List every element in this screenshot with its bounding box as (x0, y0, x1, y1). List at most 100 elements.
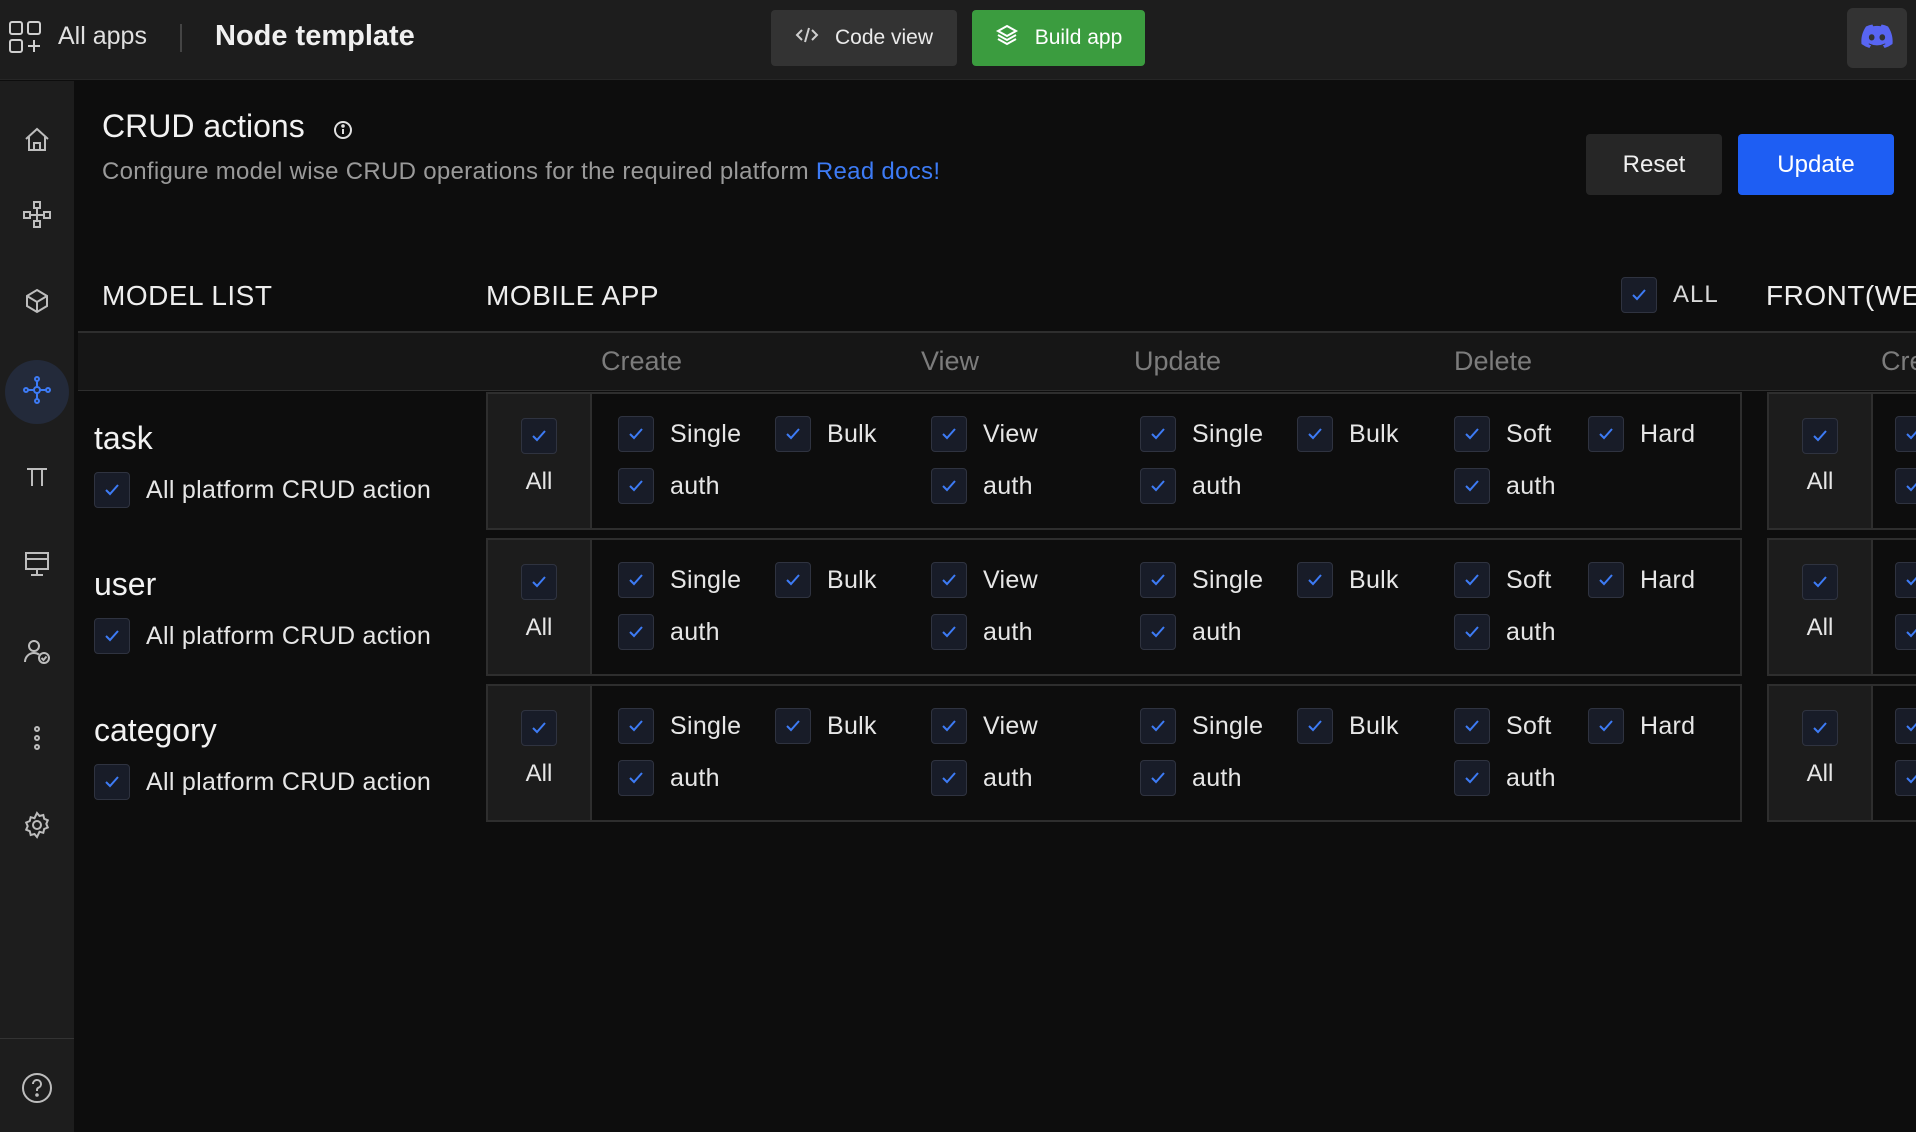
discord-button[interactable] (1847, 8, 1907, 68)
delete-soft-option[interactable]: Soft (1454, 416, 1552, 452)
web-create-single-checkbox[interactable] (1895, 708, 1916, 744)
all-platform-crud-toggle[interactable]: All platform CRUD action (94, 472, 431, 508)
update-auth-checkbox[interactable] (1140, 614, 1176, 650)
update-bulk-option[interactable]: Bulk (1297, 562, 1399, 598)
update-auth-checkbox[interactable] (1140, 760, 1176, 796)
all-apps-link[interactable]: All apps (58, 22, 147, 51)
mobile-app-all-toggle[interactable]: ALL (1621, 277, 1719, 313)
info-icon[interactable] (333, 120, 353, 145)
create-auth-option[interactable]: auth (618, 614, 720, 650)
create-auth-checkbox[interactable] (618, 760, 654, 796)
delete-hard-option[interactable]: Hard (1588, 416, 1695, 452)
create-auth-checkbox[interactable] (618, 614, 654, 650)
sidebar-item-models[interactable] (5, 271, 69, 335)
view-auth-checkbox[interactable] (931, 760, 967, 796)
code-view-button[interactable]: Code view (771, 10, 957, 66)
web-create-single-checkbox[interactable] (1895, 562, 1916, 598)
create-bulk-option[interactable]: Bulk (775, 562, 877, 598)
mobile-all-toggle[interactable]: All (488, 394, 592, 528)
update-bulk-checkbox[interactable] (1297, 416, 1333, 452)
create-auth-checkbox[interactable] (618, 468, 654, 504)
web-create-single-checkbox[interactable] (1895, 416, 1916, 452)
view-auth-option[interactable]: auth (931, 468, 1033, 504)
create-bulk-option[interactable]: Bulk (775, 416, 877, 452)
mobile-all-toggle[interactable]: All (488, 686, 592, 820)
web-all-toggle[interactable]: All (1769, 686, 1873, 820)
update-auth-option[interactable]: auth (1140, 614, 1242, 650)
create-bulk-checkbox[interactable] (775, 708, 811, 744)
update-single-option[interactable]: Single (1140, 562, 1263, 598)
update-single-checkbox[interactable] (1140, 416, 1176, 452)
delete-hard-option[interactable]: Hard (1588, 562, 1695, 598)
web-all-checkbox[interactable] (1802, 418, 1838, 454)
view-view-checkbox[interactable] (931, 562, 967, 598)
view-view-option[interactable]: View (931, 708, 1038, 744)
view-view-checkbox[interactable] (931, 416, 967, 452)
web-all-toggle[interactable]: All (1769, 540, 1873, 674)
mobile-all-checkbox[interactable] (521, 564, 557, 600)
update-single-option[interactable]: Single (1140, 708, 1263, 744)
delete-auth-checkbox[interactable] (1454, 468, 1490, 504)
update-auth-checkbox[interactable] (1140, 468, 1176, 504)
mobile-all-toggle[interactable]: All (488, 540, 592, 674)
mobile-all-checkbox[interactable] (521, 710, 557, 746)
web-create-auth-checkbox[interactable] (1895, 760, 1916, 796)
sidebar-item-help[interactable] (5, 1058, 69, 1122)
create-bulk-option[interactable]: Bulk (775, 708, 877, 744)
update-auth-option[interactable]: auth (1140, 468, 1242, 504)
all-platform-crud-toggle[interactable]: All platform CRUD action (94, 618, 431, 654)
delete-soft-option[interactable]: Soft (1454, 708, 1552, 744)
delete-hard-checkbox[interactable] (1588, 562, 1624, 598)
create-single-checkbox[interactable] (618, 416, 654, 452)
web-all-checkbox[interactable] (1802, 710, 1838, 746)
read-docs-link[interactable]: Read docs! (816, 158, 940, 185)
reset-button[interactable]: Reset (1586, 134, 1722, 195)
update-bulk-checkbox[interactable] (1297, 708, 1333, 744)
delete-auth-option[interactable]: auth (1454, 468, 1556, 504)
create-single-checkbox[interactable] (618, 562, 654, 598)
delete-auth-checkbox[interactable] (1454, 614, 1490, 650)
create-single-option[interactable]: Single (618, 562, 741, 598)
delete-auth-option[interactable]: auth (1454, 760, 1556, 796)
create-auth-option[interactable]: auth (618, 468, 720, 504)
delete-hard-checkbox[interactable] (1588, 416, 1624, 452)
update-bulk-option[interactable]: Bulk (1297, 416, 1399, 452)
create-single-option[interactable]: Single (618, 416, 741, 452)
create-single-checkbox[interactable] (618, 708, 654, 744)
delete-soft-checkbox[interactable] (1454, 708, 1490, 744)
create-auth-option[interactable]: auth (618, 760, 720, 796)
view-view-option[interactable]: View (931, 562, 1038, 598)
all-platform-checkbox[interactable] (94, 472, 130, 508)
update-single-checkbox[interactable] (1140, 708, 1176, 744)
create-bulk-checkbox[interactable] (775, 416, 811, 452)
build-app-button[interactable]: Build app (972, 10, 1145, 66)
create-single-option[interactable]: Single (618, 708, 741, 744)
delete-soft-option[interactable]: Soft (1454, 562, 1552, 598)
update-auth-option[interactable]: auth (1140, 760, 1242, 796)
all-platform-checkbox[interactable] (94, 764, 130, 800)
web-create-auth-checkbox[interactable] (1895, 468, 1916, 504)
delete-hard-option[interactable]: Hard (1588, 708, 1695, 744)
delete-auth-checkbox[interactable] (1454, 760, 1490, 796)
update-button[interactable]: Update (1738, 134, 1894, 195)
delete-auth-option[interactable]: auth (1454, 614, 1556, 650)
all-platform-crud-toggle[interactable]: All platform CRUD action (94, 764, 431, 800)
all-platform-checkbox[interactable] (94, 618, 130, 654)
view-view-option[interactable]: View (931, 416, 1038, 452)
view-auth-checkbox[interactable] (931, 614, 967, 650)
mobile-all-checkbox[interactable] (521, 418, 557, 454)
delete-hard-checkbox[interactable] (1588, 708, 1624, 744)
update-single-option[interactable]: Single (1140, 416, 1263, 452)
apps-grid-icon[interactable] (8, 20, 42, 54)
sidebar-item-home[interactable] (5, 110, 69, 174)
web-all-checkbox[interactable] (1802, 564, 1838, 600)
view-auth-option[interactable]: auth (931, 614, 1033, 650)
update-bulk-checkbox[interactable] (1297, 562, 1333, 598)
web-create-auth-checkbox[interactable] (1895, 614, 1916, 650)
web-all-toggle[interactable]: All (1769, 394, 1873, 528)
view-auth-option[interactable]: auth (931, 760, 1033, 796)
sidebar-item-structure[interactable] (5, 184, 69, 248)
delete-soft-checkbox[interactable] (1454, 416, 1490, 452)
update-bulk-option[interactable]: Bulk (1297, 708, 1399, 744)
delete-soft-checkbox[interactable] (1454, 562, 1490, 598)
